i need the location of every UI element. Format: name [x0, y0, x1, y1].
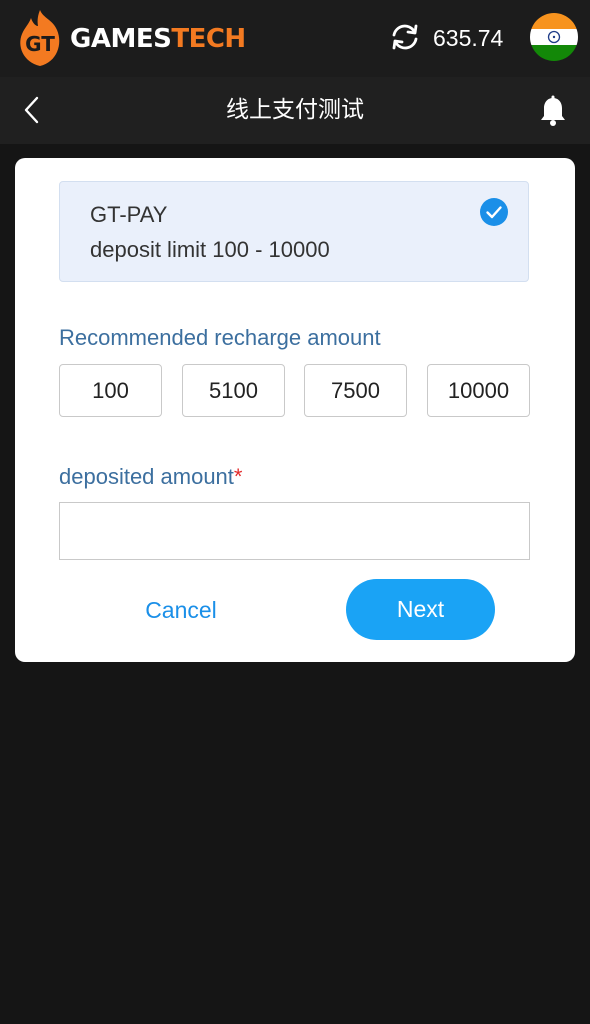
- recommended-amount-label: Recommended recharge amount: [59, 325, 381, 350]
- next-button[interactable]: Next: [346, 579, 495, 640]
- page-title: 线上支付测试: [226, 97, 364, 123]
- amount-option-button[interactable]: 10000: [427, 364, 530, 417]
- required-mark: *: [233, 464, 243, 489]
- amount-option-button[interactable]: 100: [59, 364, 162, 417]
- payment-method-limit: deposit limit 100 - 10000: [90, 237, 330, 262]
- payment-method-option[interactable]: [59, 181, 529, 282]
- deposited-amount-text: deposited amount: [59, 464, 234, 489]
- gamestech-logo-icon: GT: [20, 10, 60, 66]
- amount-option-button[interactable]: 7500: [304, 364, 407, 417]
- logo-text-light: GAMES: [70, 24, 172, 54]
- amount-option-button[interactable]: 5100: [182, 364, 285, 417]
- balance-amount: 635.74: [433, 25, 504, 51]
- logo-text: GAMESTECH: [70, 24, 246, 54]
- payment-method-name: GT-PAY: [90, 202, 168, 227]
- india-flag-icon[interactable]: [530, 13, 578, 61]
- deposit-amount-input[interactable]: [59, 502, 530, 560]
- bell-icon[interactable]: [538, 95, 568, 127]
- cancel-button[interactable]: Cancel: [110, 580, 252, 640]
- check-circle-icon: [480, 198, 508, 226]
- deposited-amount-label: deposited amount*: [59, 464, 242, 490]
- logo-text-accent: TECH: [171, 24, 246, 54]
- logo-mark-letters: GT: [25, 32, 55, 56]
- refresh-icon[interactable]: [389, 21, 421, 53]
